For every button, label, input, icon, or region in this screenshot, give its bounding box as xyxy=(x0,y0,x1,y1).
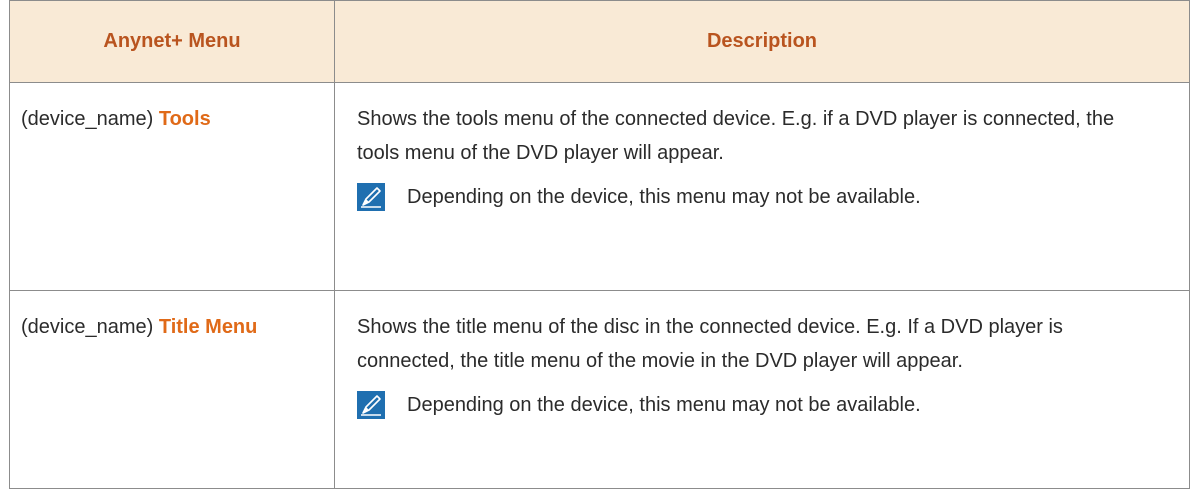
menu-item-tools: Tools xyxy=(158,108,211,130)
note-text: Depending on the device, this menu may n… xyxy=(407,186,921,208)
table-row: (device_name) Title Menu Shows the title… xyxy=(9,290,1190,489)
menu-name-cell: (device_name) Title Menu xyxy=(9,290,335,489)
anynet-menu-table: Anynet+ Menu Description (device_name) T… xyxy=(9,0,1190,489)
description-text: Shows the tools menu of the connected de… xyxy=(357,108,1115,164)
note-pencil-icon xyxy=(357,183,385,211)
anynet-menu-table-wrapper: Anynet+ Menu Description (device_name) T… xyxy=(9,0,1190,489)
device-name-prefix: (device_name) xyxy=(21,108,159,130)
note-pencil-icon xyxy=(357,391,385,419)
table-header-row: Anynet+ Menu Description xyxy=(9,0,1190,83)
header-description: Description xyxy=(334,0,1190,83)
menu-item-title-menu: Title Menu xyxy=(158,316,258,338)
description-cell: Shows the title menu of the disc in the … xyxy=(334,290,1190,489)
note-text: Depending on the device, this menu may n… xyxy=(407,394,921,416)
note: Depending on the device, this menu may n… xyxy=(357,390,1153,420)
header-anynet-menu: Anynet+ Menu xyxy=(9,0,335,83)
description-text: Shows the title menu of the disc in the … xyxy=(357,316,1063,372)
note: Depending on the device, this menu may n… xyxy=(357,182,1153,212)
description-cell: Shows the tools menu of the connected de… xyxy=(334,82,1190,291)
menu-name-cell: (device_name) Tools xyxy=(9,82,335,291)
table-row: (device_name) Tools Shows the tools menu… xyxy=(9,82,1190,291)
device-name-prefix: (device_name) xyxy=(21,316,159,338)
